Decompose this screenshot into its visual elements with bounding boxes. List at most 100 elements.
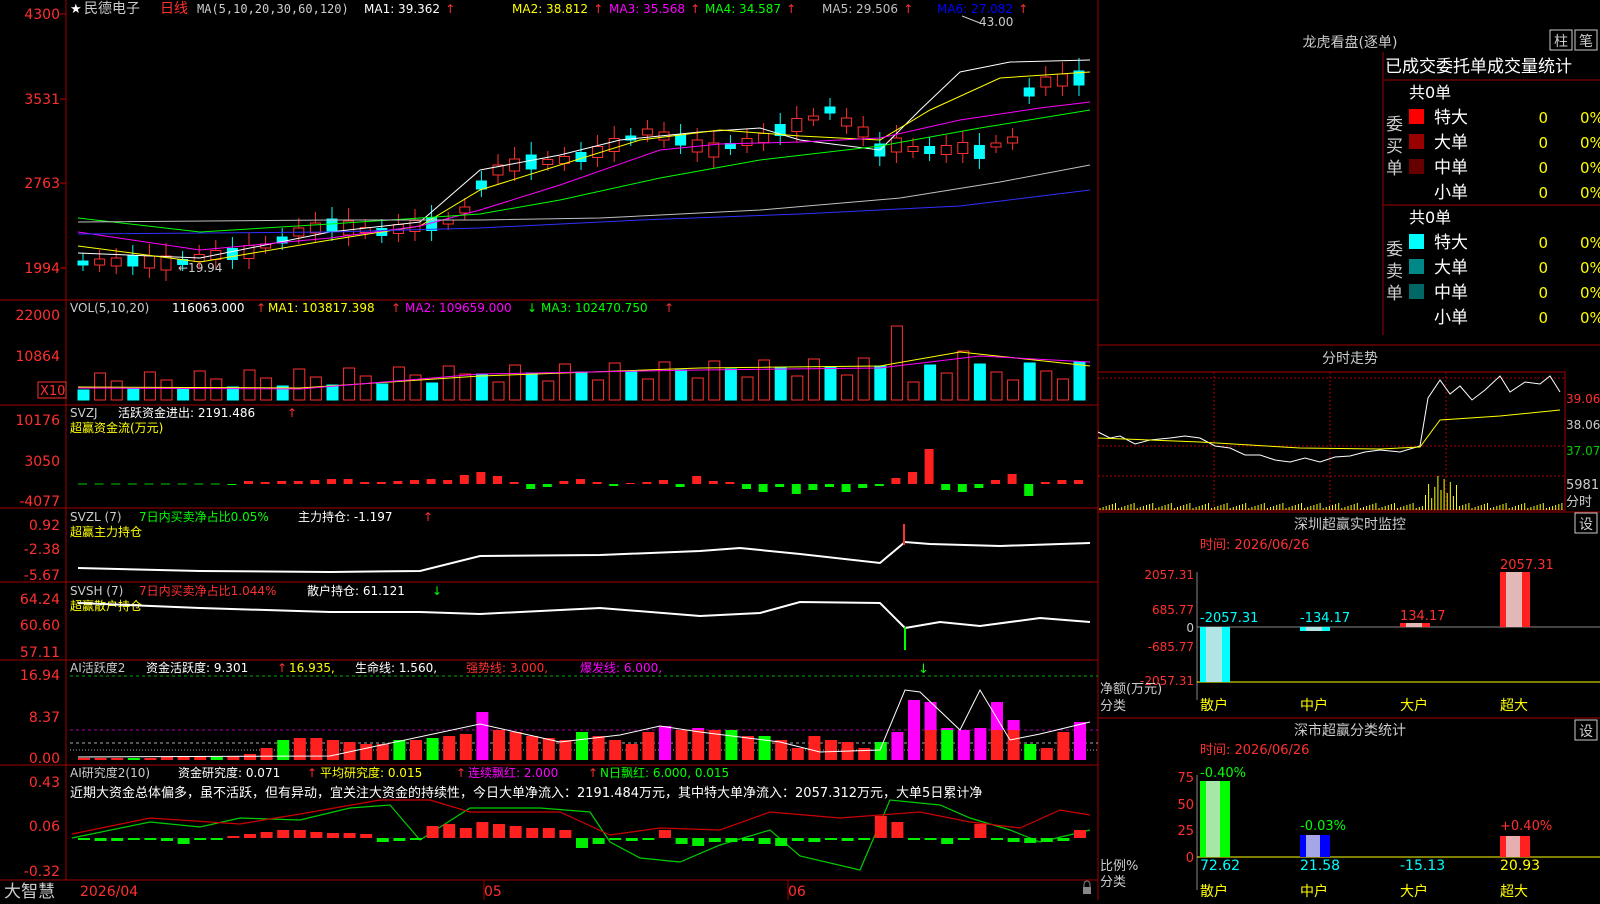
research-bar	[941, 838, 954, 844]
sell-side-char: 委	[1386, 240, 1403, 260]
svsh-axis-tick: 64.24	[20, 592, 60, 608]
svzj-bar	[1074, 480, 1083, 484]
legend-swatch	[1409, 134, 1424, 149]
stock-name: 民德电子	[84, 1, 140, 17]
svzj-bar	[625, 483, 635, 484]
research-bar	[974, 824, 987, 838]
svzj-bar	[542, 484, 552, 487]
research-bar	[194, 838, 207, 840]
volume-bar	[907, 381, 920, 401]
legend-swatch	[1409, 234, 1424, 249]
price-axis-tick: 4300	[24, 7, 60, 23]
volume-bar	[774, 367, 787, 401]
stock-chart-canvas[interactable]: ★ 民德电子 日线 MA(5,10,20,30,60,120) MA1: 39.…	[0, 0, 1600, 902]
svsh-desc1: 7日内买卖净占比1.044%	[139, 583, 276, 598]
ai-activity-bar	[874, 742, 887, 760]
research-bar	[791, 838, 804, 841]
candle-body	[758, 133, 770, 143]
ai2-axis-tick: 16.94	[20, 668, 60, 684]
volume-bar	[326, 384, 339, 401]
ai-activity-bar	[410, 740, 422, 760]
up-arrow: ↑	[690, 2, 700, 16]
ai-activity-bar	[244, 754, 256, 760]
volume-bar	[1023, 362, 1036, 401]
research-bar	[443, 824, 456, 838]
ai-res-axis-tick: 0.06	[29, 819, 60, 835]
row-percent: 0%	[1580, 184, 1600, 202]
class-bar-highlight	[1306, 835, 1320, 857]
ai-activity-bar	[476, 730, 489, 760]
row-name: 大单	[1434, 258, 1468, 278]
svzj-bar	[775, 484, 785, 487]
candle-body	[542, 159, 554, 165]
research-bar	[293, 830, 306, 838]
class-top-label: -0.03%	[1300, 819, 1346, 834]
ai-activity-bar	[725, 730, 738, 760]
vol-unit: X10	[40, 384, 65, 399]
ai-activity-bar	[210, 757, 223, 760]
ai-activity-bar	[393, 740, 406, 760]
research-bar	[127, 838, 140, 840]
svzj-bar	[808, 484, 818, 490]
row-value: 0	[1538, 259, 1548, 277]
svzj-bar	[742, 484, 751, 489]
ai-res-d2: 平均研究度: 0.015	[320, 765, 422, 780]
svzj-bar	[343, 479, 353, 484]
ma-value: MA6: 27.082	[937, 2, 1013, 16]
research-bar	[277, 830, 290, 838]
brand-label: 大智慧	[4, 882, 55, 900]
star-icon[interactable]: ★	[70, 2, 82, 17]
ai-activity-bar	[659, 730, 671, 760]
class-axis-tick: 25	[1177, 824, 1194, 839]
price-axis-tick: 3531	[24, 92, 60, 108]
class-value: 72.62	[1200, 858, 1240, 874]
period-label[interactable]: 日线	[160, 1, 188, 17]
volume-bar	[724, 368, 737, 401]
ai-activity-bar	[376, 744, 389, 760]
sz-ylabel: 净额(万元)	[1100, 682, 1162, 697]
research-bar	[426, 826, 439, 838]
volume-bar	[542, 380, 555, 401]
ai-activity-bar	[825, 740, 837, 760]
vol-label: VOL(5,10,20)	[70, 301, 149, 315]
ai-res-comment: 近期大资金总体偏多，虽不活跃，但有异动，宜关注大资金的持续性，今日大单净流入：2…	[70, 785, 982, 801]
sell-side-label: 委卖单	[1386, 240, 1403, 304]
svzj-bar	[758, 484, 768, 492]
svzj-bar	[858, 484, 868, 488]
ai-activity-bar	[277, 740, 290, 760]
candle-body	[1040, 76, 1052, 88]
volume-bar	[392, 366, 405, 401]
volume-bar	[924, 364, 937, 401]
up-arrow: ↑	[664, 301, 674, 315]
volume-bar	[376, 383, 389, 401]
volume-bar	[625, 370, 638, 401]
research-bar	[526, 828, 539, 838]
svzj-bar	[327, 479, 336, 484]
ma-value: MA5: 29.506	[822, 2, 898, 16]
volume-bar	[592, 379, 605, 401]
svzl-axis-tick: -5.67	[24, 568, 60, 584]
class-bar-highlight	[1506, 836, 1520, 857]
sz-axis-tick: 0	[1186, 621, 1194, 635]
research-bar	[957, 838, 970, 840]
ai2-label: AI活跃度2	[70, 660, 125, 675]
up-arrow: ↑	[423, 510, 433, 524]
svzj-bar	[244, 481, 253, 484]
class-axis-tick: 0	[1186, 851, 1194, 866]
up-arrow: ↑	[903, 2, 913, 16]
svzj-bar	[410, 480, 419, 484]
lock-icon[interactable]	[1083, 887, 1091, 894]
ai-activity-bar	[127, 758, 140, 760]
research-bar	[891, 822, 904, 838]
research-bar	[1040, 838, 1053, 842]
research-bar	[376, 838, 389, 842]
volume-bar	[309, 376, 322, 401]
ai-activity-bar	[609, 740, 622, 760]
ai-activity-bar	[360, 744, 373, 760]
up-arrow: ↑	[588, 766, 598, 780]
fenshi-unit: 分时	[1566, 495, 1592, 510]
research-bar	[227, 836, 240, 838]
row-percent: 0%	[1580, 259, 1600, 277]
fenshi-vol-max: 5981	[1566, 478, 1599, 493]
volume-bar	[940, 372, 953, 401]
